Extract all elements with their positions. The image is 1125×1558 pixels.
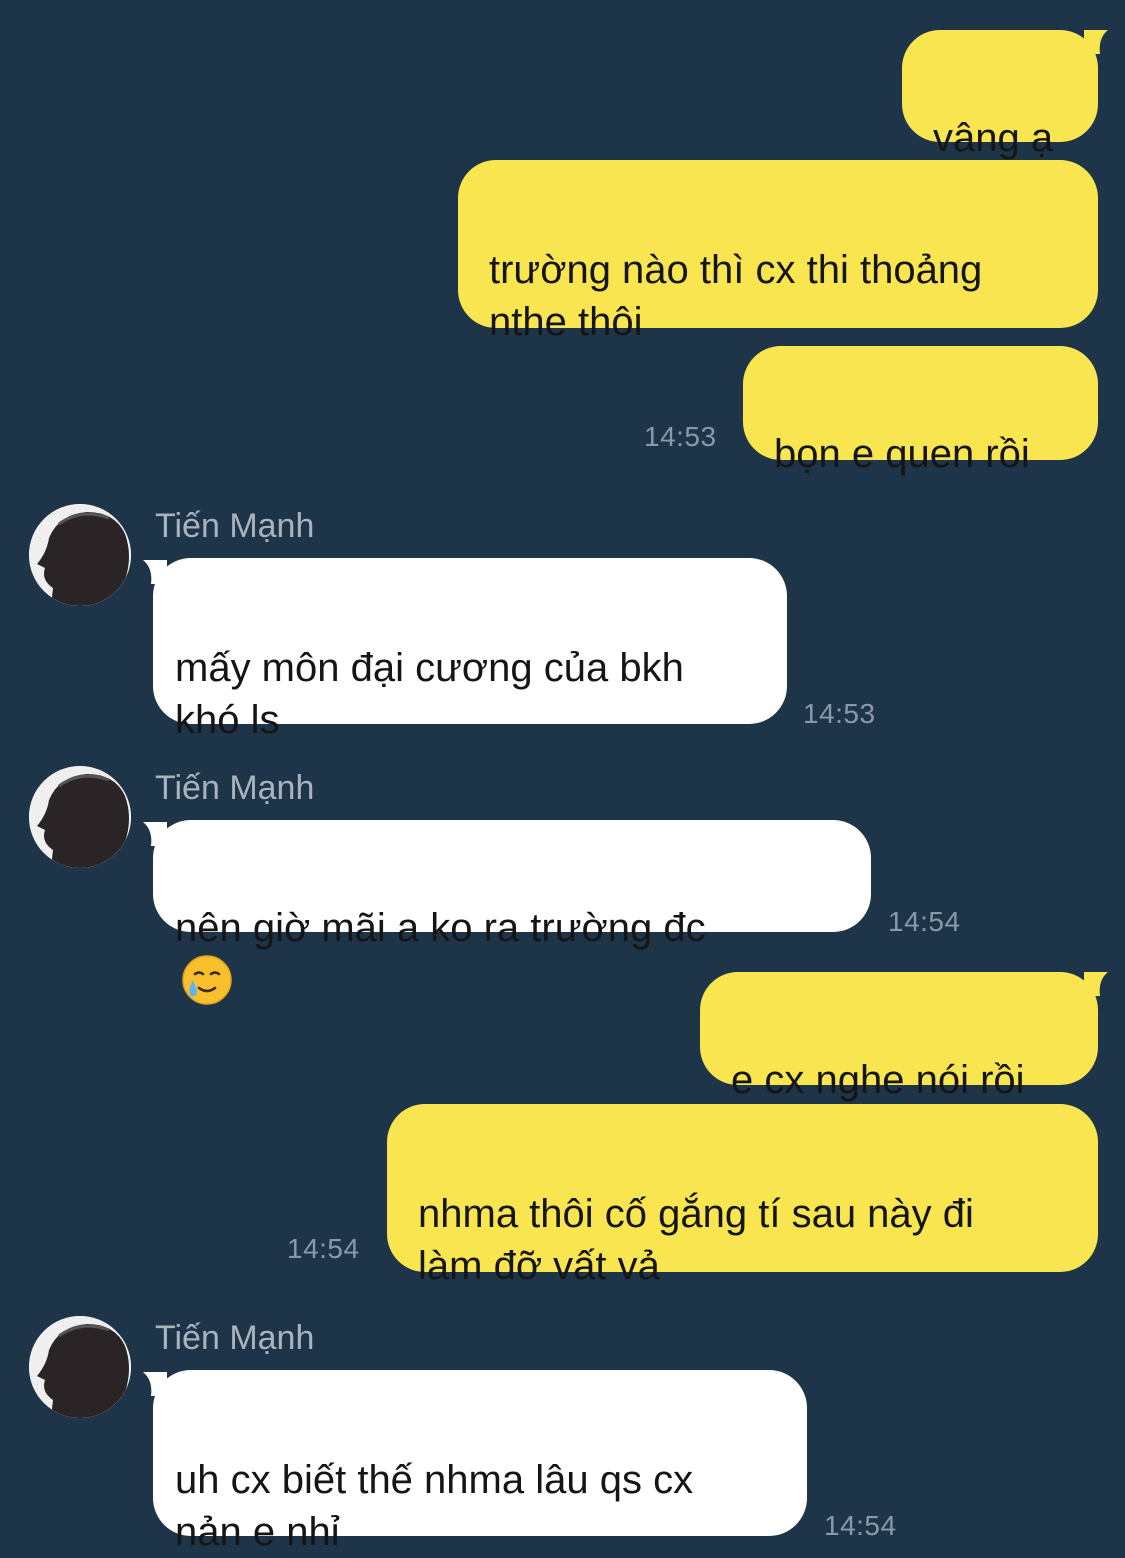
sender-name: Tiến Mạnh: [155, 1319, 315, 1357]
message-text: vâng ạ: [933, 116, 1054, 160]
message-timestamp: 14:54: [287, 1233, 360, 1264]
outgoing-message-bubble[interactable]: trường nào thì cx thi thoảng nthe thôi: [458, 160, 1098, 344]
crying-smile-emoji-icon: [182, 955, 232, 1005]
message-timestamp: 14:53: [803, 698, 876, 729]
sender-avatar[interactable]: [29, 504, 131, 606]
bubble-tail-icon: [1084, 972, 1108, 996]
person-silhouette-icon: [29, 504, 131, 606]
incoming-message-bubble[interactable]: uh cx biết thế nhma lâu qs cx nản e nhỉ: [153, 1370, 807, 1554]
message-text: bọn e quen rồi: [774, 432, 1030, 476]
message-text: trường nào thì cx thi thoảng nthe thôi: [489, 248, 983, 344]
sender-avatar[interactable]: [29, 766, 131, 868]
person-silhouette-icon: [29, 1316, 131, 1418]
person-silhouette-icon: [29, 766, 131, 868]
message-text: e cx nghe nói rồi: [731, 1058, 1025, 1102]
message-text: nhma thôi cố gắng tí sau này đi làm đỡ v…: [418, 1192, 974, 1288]
message-timestamp: 14:54: [824, 1510, 897, 1541]
outgoing-message-bubble[interactable]: vâng ạ: [902, 30, 1098, 160]
message-timestamp: 14:53: [644, 421, 717, 452]
incoming-message-bubble[interactable]: nên giờ mãi a ko ra trường đc: [153, 820, 871, 1005]
message-text: nên giờ mãi a ko ra trường đc: [175, 906, 706, 950]
sender-name: Tiến Mạnh: [155, 769, 315, 807]
outgoing-message-bubble[interactable]: nhma thôi cố gắng tí sau này đi làm đỡ v…: [387, 1104, 1098, 1288]
sender-name: Tiến Mạnh: [155, 507, 315, 545]
outgoing-message-bubble[interactable]: e cx nghe nói rồi: [700, 972, 1098, 1102]
message-text: mấy môn đại cương của bkh khó ls: [175, 646, 684, 742]
bubble-tail-icon: [1084, 30, 1108, 54]
outgoing-message-bubble[interactable]: bọn e quen rồi: [743, 346, 1098, 476]
incoming-message-bubble[interactable]: mấy môn đại cương của bkh khó ls: [153, 558, 787, 742]
message-text: uh cx biết thế nhma lâu qs cx nản e nhỉ: [175, 1458, 694, 1554]
sender-avatar[interactable]: [29, 1316, 131, 1418]
message-timestamp: 14:54: [888, 906, 961, 937]
